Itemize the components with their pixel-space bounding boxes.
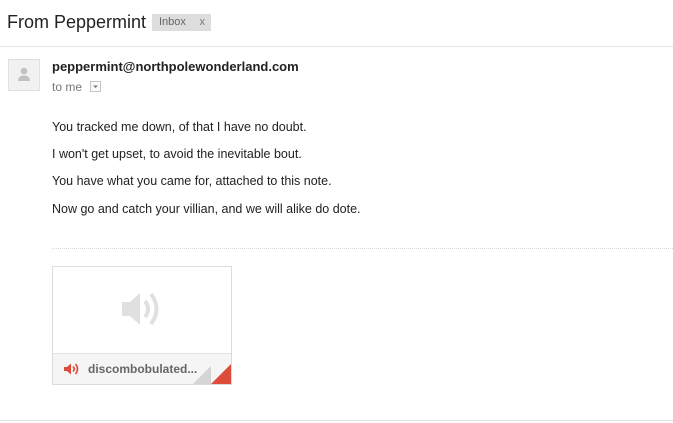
footer-divider xyxy=(0,420,673,421)
sender-avatar[interactable] xyxy=(8,59,40,91)
recipient-text: to me xyxy=(52,80,83,94)
body-line-4: Now go and catch your villian, and we wi… xyxy=(52,202,361,216)
person-icon xyxy=(18,67,30,81)
attachment-preview[interactable] xyxy=(53,267,231,353)
file-corner-fold-icon xyxy=(193,364,231,384)
remove-label-button[interactable]: x xyxy=(200,14,206,31)
subject-bar: From Peppermint Inbox x xyxy=(0,0,673,46)
attachments-divider xyxy=(52,248,673,249)
body-line-1: You tracked me down, of that I have no d… xyxy=(52,120,307,134)
label-chip-text: Inbox xyxy=(159,16,186,28)
attachment-filename: discombobulated... xyxy=(88,362,198,376)
attachment-footer[interactable]: discombobulated... xyxy=(53,353,231,384)
show-details-button[interactable] xyxy=(90,81,101,92)
body-line-3: You have what you came for, attached to … xyxy=(52,174,332,188)
audio-attachment[interactable]: discombobulated... xyxy=(52,266,232,385)
chevron-down-icon xyxy=(93,85,98,88)
audio-speaker-icon xyxy=(122,292,159,326)
sender-address[interactable]: peppermint@northpolewonderland.com xyxy=(52,59,299,75)
audio-file-icon xyxy=(64,363,79,375)
header-divider xyxy=(0,46,673,47)
inbox-label-chip[interactable]: Inbox x xyxy=(152,14,211,31)
message-subject: From Peppermint xyxy=(7,12,147,32)
body-line-2: I won't get upset, to avoid the inevitab… xyxy=(52,147,302,161)
